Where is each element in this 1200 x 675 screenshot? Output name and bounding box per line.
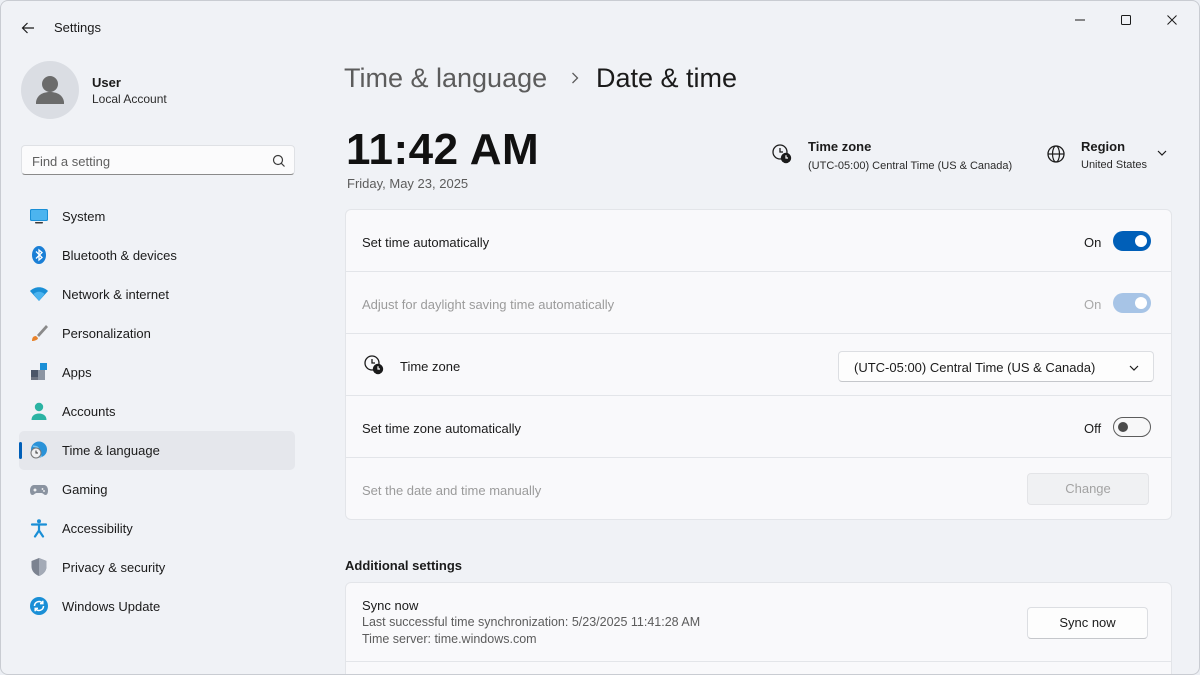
controller-icon bbox=[30, 485, 48, 495]
region-title: Region bbox=[1081, 139, 1126, 154]
person-avatar-icon bbox=[36, 76, 64, 104]
sidebar-item-windows-update[interactable]: Windows Update bbox=[19, 587, 295, 626]
time-zone-dropdown[interactable]: (UTC-05:00) Central Time (US & Canada) bbox=[838, 351, 1154, 382]
sidebar-item-label: Windows Update bbox=[62, 599, 161, 614]
setting-label: Adjust for daylight saving time automati… bbox=[362, 297, 615, 312]
sidebar-item-label: Network & internet bbox=[62, 287, 169, 302]
toggle-state-label: On bbox=[1084, 297, 1102, 312]
settings-search[interactable] bbox=[21, 145, 295, 175]
sidebar-item-label: Accounts bbox=[62, 404, 116, 419]
toggle-knob bbox=[1135, 235, 1147, 247]
avatar bbox=[21, 61, 79, 119]
breadcrumb-parent[interactable]: Time & language bbox=[344, 63, 547, 93]
sidebar-item-label: Apps bbox=[62, 365, 92, 380]
setting-label: Set time zone automatically bbox=[362, 421, 521, 436]
sync-title: Sync now bbox=[362, 598, 419, 613]
settings-window: Settings User Local Account Find a setti… bbox=[0, 0, 1200, 675]
sidebar-item-label: Accessibility bbox=[62, 521, 133, 536]
timezone-title: Time zone bbox=[808, 139, 872, 154]
minimize-button[interactable] bbox=[1057, 7, 1103, 33]
update-icon bbox=[30, 597, 48, 615]
region-value: United States bbox=[1081, 159, 1148, 171]
date-time-settings: Set time automatically On Adjust for day… bbox=[345, 209, 1172, 520]
sync-now-button[interactable]: Sync now bbox=[1027, 607, 1148, 639]
back-button[interactable] bbox=[15, 15, 41, 41]
sidebar-item-label: System bbox=[62, 209, 106, 224]
sidebar-item-apps[interactable]: Apps bbox=[19, 353, 295, 392]
set-time-zone-automatically-toggle[interactable] bbox=[1113, 417, 1151, 437]
toggle-knob bbox=[1135, 297, 1147, 309]
sidebar-item-privacy[interactable]: Privacy & security bbox=[19, 548, 295, 587]
sidebar-item-label: Bluetooth & devices bbox=[62, 248, 177, 263]
sidebar-item-label: Personalization bbox=[62, 326, 151, 341]
sidebar-item-bluetooth[interactable]: Bluetooth & devices bbox=[19, 236, 295, 275]
sidebar-item-personalization[interactable]: Personalization bbox=[19, 314, 295, 353]
chevron-right-icon bbox=[572, 72, 579, 84]
next-settings-card bbox=[345, 661, 1172, 674]
setting-row-set-time-automatically: Set time automatically On bbox=[345, 209, 1172, 272]
current-time: 11:42 AM bbox=[346, 125, 540, 174]
apps-icon bbox=[31, 363, 47, 380]
setting-row-daylight-saving: Adjust for daylight saving time automati… bbox=[345, 271, 1172, 334]
close-icon bbox=[1167, 15, 1177, 25]
sync-now-card: Sync now Last successful time synchroniz… bbox=[345, 582, 1172, 662]
minimize-icon bbox=[1075, 19, 1085, 21]
page-title: Date & time bbox=[596, 63, 738, 93]
sidebar-item-label: Privacy & security bbox=[62, 560, 166, 575]
search-icon[interactable] bbox=[271, 153, 287, 169]
toggle-state-label: Off bbox=[1084, 421, 1102, 436]
sidebar-item-label: Gaming bbox=[62, 482, 108, 497]
section-heading: Additional settings bbox=[345, 558, 462, 573]
setting-row-time-zone: Time zone (UTC-05:00) Central Time (US &… bbox=[345, 333, 1172, 396]
daylight-saving-toggle bbox=[1113, 293, 1151, 313]
user-name: User bbox=[92, 75, 121, 90]
sidebar-item-network[interactable]: Network & internet bbox=[19, 275, 295, 314]
title-bar: Settings bbox=[1, 1, 1199, 53]
brush-icon bbox=[32, 325, 48, 341]
sidebar-item-accessibility[interactable]: Accessibility bbox=[19, 509, 295, 548]
bluetooth-icon bbox=[32, 246, 46, 264]
setting-row-set-time-zone-automatically: Set time zone automatically Off bbox=[345, 395, 1172, 458]
maximize-icon bbox=[1121, 15, 1131, 25]
sidebar-nav: System Bluetooth & devices Network & int… bbox=[19, 197, 295, 626]
setting-label: Time zone bbox=[400, 359, 461, 374]
globe-icon bbox=[1047, 145, 1065, 163]
shield-icon bbox=[31, 558, 47, 576]
globe-clock-icon bbox=[30, 441, 47, 459]
sidebar-item-accounts[interactable]: Accounts bbox=[19, 392, 295, 431]
timezone-clock-icon bbox=[364, 355, 384, 375]
sidebar-item-label: Time & language bbox=[62, 443, 160, 458]
timezone-value: (UTC-05:00) Central Time (US & Canada) bbox=[808, 160, 1013, 172]
close-button[interactable] bbox=[1149, 7, 1195, 33]
change-button: Change bbox=[1027, 473, 1149, 505]
back-arrow-icon bbox=[21, 22, 34, 34]
timezone-clock-icon bbox=[772, 144, 792, 164]
accessibility-icon bbox=[30, 519, 48, 538]
wifi-icon bbox=[30, 287, 48, 301]
toggle-state-label: On bbox=[1084, 235, 1102, 250]
system-icon bbox=[30, 209, 48, 224]
chevron-down-icon bbox=[1129, 365, 1139, 371]
setting-label: Set time automatically bbox=[362, 235, 490, 250]
time-server-text: Time server: time.windows.com bbox=[362, 632, 537, 646]
toggle-knob bbox=[1118, 422, 1128, 432]
last-sync-text: Last successful time synchronization: 5/… bbox=[362, 615, 701, 629]
app-title: Settings bbox=[54, 20, 101, 35]
set-time-automatically-toggle[interactable] bbox=[1113, 231, 1151, 251]
chevron-down-icon[interactable] bbox=[1156, 147, 1168, 159]
maximize-button[interactable] bbox=[1103, 7, 1149, 33]
time-zone-selected: (UTC-05:00) Central Time (US & Canada) bbox=[854, 360, 1096, 375]
setting-row-manual-date-time: Set the date and time manually Change bbox=[345, 457, 1172, 520]
sidebar-item-gaming[interactable]: Gaming bbox=[19, 470, 295, 509]
sidebar-item-time-language[interactable]: Time & language bbox=[19, 431, 295, 470]
sidebar-item-system[interactable]: System bbox=[19, 197, 295, 236]
setting-label: Set the date and time manually bbox=[362, 483, 542, 498]
account-type: Local Account bbox=[92, 92, 167, 106]
search-input[interactable] bbox=[32, 151, 262, 171]
breadcrumb: Time & language Date & time bbox=[344, 63, 737, 94]
person-icon bbox=[31, 402, 47, 420]
current-date: Friday, May 23, 2025 bbox=[347, 176, 469, 191]
